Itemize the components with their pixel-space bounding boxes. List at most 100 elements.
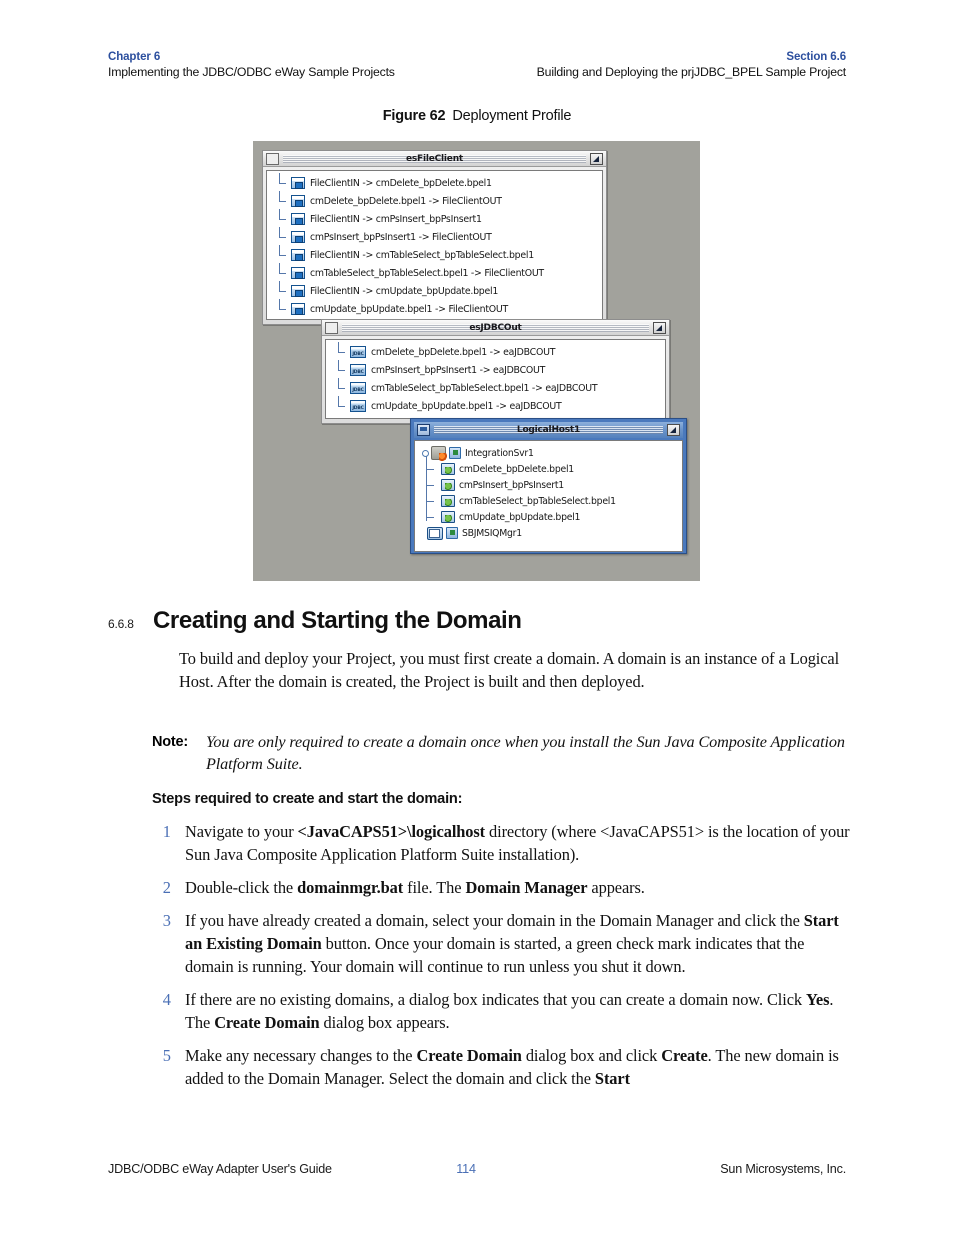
restore-down-icon[interactable] <box>590 152 603 165</box>
page-number: 114 <box>456 1162 476 1176</box>
connection-window-icon <box>291 195 305 207</box>
titlebar-rails <box>434 426 663 434</box>
jdbc-icon: JDBC <box>350 382 366 394</box>
tree-item-jms[interactable]: SBJMSIQMgr1 <box>427 525 682 541</box>
tree-elbow-icon <box>279 281 291 300</box>
tree-item-label: cmDelete_bpDelete.bpel1 <box>459 463 574 475</box>
tree-item[interactable]: JDBC cmUpdate_bpUpdate.bpel1 -> eaJDBCOUT <box>326 396 665 415</box>
tree-item-label: FileClientIN -> cmTableSelect_bpTableSel… <box>310 249 534 261</box>
connection-window-icon <box>291 231 305 243</box>
tree-item-label: IntegrationSvr1 <box>465 447 534 459</box>
tree-item[interactable]: FileClientIN -> cmDelete_bpDelete.bpel1 <box>267 173 602 192</box>
tree-item-label: cmUpdate_bpUpdate.bpel1 -> FileClientOUT <box>310 303 508 315</box>
list-item: 1 Navigate to your <JavaCAPS51>\logicalh… <box>152 820 852 866</box>
restore-down-icon[interactable] <box>653 321 666 334</box>
tree-item-label: SBJMSIQMgr1 <box>462 527 522 539</box>
running-head-right: Section 6.6 Building and Deploying the p… <box>536 50 847 80</box>
tree-item[interactable]: JDBC cmDelete_bpDelete.bpel1 -> eaJDBCOUT <box>326 342 665 361</box>
window-icon <box>325 321 338 334</box>
titlebar-rails <box>342 323 649 332</box>
restore-down-icon[interactable] <box>667 424 680 436</box>
tree-item-label: FileClientIN -> cmDelete_bpDelete.bpel1 <box>310 177 492 189</box>
figure-deployment-profile: esFileClient FileClientIN -> cmDelete_bp… <box>253 141 700 581</box>
steps-list: 1 Navigate to your <JavaCAPS51>\logicalh… <box>152 820 852 1100</box>
tree-esjdbcout: JDBC cmDelete_bpDelete.bpel1 -> eaJDBCOUT… <box>326 340 665 418</box>
tree-item-label: cmDelete_bpDelete.bpel1 -> eaJDBCOUT <box>371 346 556 358</box>
tree-elbow-icon <box>279 209 291 228</box>
connection-window-icon <box>291 213 305 225</box>
running-head-left: Chapter 6 Implementing the JDBC/ODBC eWa… <box>108 50 395 80</box>
tree-item-label: cmUpdate_bpUpdate.bpel1 -> eaJDBCOUT <box>371 400 562 412</box>
deploy-flag-icon <box>449 447 461 459</box>
titlebar-esjdbcout[interactable]: esJDBCOut <box>322 320 669 336</box>
tree-item[interactable]: JDBC cmPsInsert_bpPsInsert1 -> eaJDBCOUT <box>326 360 665 379</box>
tree-elbow-icon <box>279 263 291 282</box>
window-logicalhost1[interactable]: LogicalHost1 IntegrationSvr1 cmDelete_bp… <box>410 418 687 554</box>
tree-item-label: cmTableSelect_bpTableSelect.bpel1 <box>459 495 616 507</box>
tree-item[interactable]: FileClientIN -> cmTableSelect_bpTableSel… <box>267 245 602 264</box>
list-item: 3 If you have already created a domain, … <box>152 909 852 978</box>
step-text: Make any necessary changes to the Create… <box>185 1046 839 1088</box>
tree-item[interactable]: cmTableSelect_bpTableSelect.bpel1 <box>421 491 682 509</box>
list-item: 4 If there are no existing domains, a di… <box>152 988 852 1034</box>
section-number: 6.6.8 <box>108 617 134 631</box>
jms-queue-icon <box>427 526 443 540</box>
tree-item-label: cmPsInsert_bpPsInsert1 <box>459 479 564 491</box>
deployment-icon <box>441 479 455 491</box>
tree-item[interactable]: cmUpdate_bpUpdate.bpel1 <box>421 507 682 525</box>
jdbc-icon: JDBC <box>350 400 366 412</box>
tree-item-label: cmUpdate_bpUpdate.bpel1 <box>459 511 581 523</box>
tree-elbow-icon <box>338 396 350 415</box>
list-item: 2 Double-click the domainmgr.bat file. T… <box>152 876 852 899</box>
tree-elbow-icon <box>338 342 350 361</box>
tree-item[interactable]: cmTableSelect_bpTableSelect.bpel1 -> Fil… <box>267 263 602 282</box>
tree-item-label: FileClientIN -> cmPsInsert_bpPsInsert1 <box>310 213 482 225</box>
tree-item[interactable]: FileClientIN -> cmPsInsert_bpPsInsert1 <box>267 209 602 228</box>
figure-caption-text: Deployment Profile <box>452 108 572 124</box>
tree-item-label: cmPsInsert_bpPsInsert1 -> eaJDBCOUT <box>371 364 546 376</box>
window-esfileclient[interactable]: esFileClient FileClientIN -> cmDelete_bp… <box>262 150 607 325</box>
list-item: 5 Make any necessary changes to the Crea… <box>152 1044 852 1090</box>
step-number: 3 <box>162 911 171 930</box>
tree-item-label: cmDelete_bpDelete.bpel1 -> FileClientOUT <box>310 195 502 207</box>
window-body-esjdbcout: JDBC cmDelete_bpDelete.bpel1 -> eaJDBCOUT… <box>325 339 666 419</box>
chapter-subtitle: Implementing the JDBC/ODBC eWay Sample P… <box>108 65 395 79</box>
note-block: Note: You are only required to create a … <box>152 731 847 775</box>
tree-elbow-icon <box>421 491 441 509</box>
connection-window-icon <box>291 267 305 279</box>
deploy-flag-icon <box>446 527 458 539</box>
tree-item[interactable]: cmDelete_bpDelete.bpel1 <box>421 459 682 477</box>
jdbc-icon: JDBC <box>350 346 366 358</box>
titlebar-logicalhost1[interactable]: LogicalHost1 <box>414 422 683 438</box>
tree-item[interactable]: JDBC cmTableSelect_bpTableSelect.bpel1 ->… <box>326 378 665 397</box>
chapter-label: Chapter 6 <box>108 51 161 63</box>
tree-item[interactable]: cmUpdate_bpUpdate.bpel1 -> FileClientOUT <box>267 299 602 318</box>
connection-window-icon <box>291 303 305 315</box>
tree-item-label: cmTableSelect_bpTableSelect.bpel1 -> eaJ… <box>371 382 598 394</box>
integration-server-icon <box>431 446 448 461</box>
tree-logicalhost1: IntegrationSvr1 cmDelete_bpDelete.bpel1 … <box>415 441 682 541</box>
tree-item-root[interactable]: IntegrationSvr1 <box>421 445 682 461</box>
tree-elbow-icon <box>279 299 291 318</box>
tree-item-label: cmPsInsert_bpPsInsert1 -> FileClientOUT <box>310 231 492 243</box>
window-esjdbcout[interactable]: esJDBCOut JDBC cmDelete_bpDelete.bpel1 ->… <box>321 319 670 424</box>
computer-icon <box>417 424 430 436</box>
connection-window-icon <box>291 249 305 261</box>
window-body-logicalhost1: IntegrationSvr1 cmDelete_bpDelete.bpel1 … <box>414 440 683 552</box>
intro-paragraph: To build and deploy your Project, you mu… <box>179 649 840 691</box>
tree-esfileclient: FileClientIN -> cmDelete_bpDelete.bpel1 … <box>267 171 602 319</box>
figure-caption: Figure 62 Deployment Profile <box>0 108 954 124</box>
tree-elbow-icon <box>279 191 291 210</box>
section-subtitle: Building and Deploying the prjJDBC_BPEL … <box>536 65 847 79</box>
figure-caption-label: Figure 62 <box>382 108 446 124</box>
tree-elbow-icon <box>421 459 441 477</box>
deployment-icon <box>441 463 455 475</box>
tree-item[interactable]: cmPsInsert_bpPsInsert1 -> FileClientOUT <box>267 227 602 246</box>
window-body-esfileclient: FileClientIN -> cmDelete_bpDelete.bpel1 … <box>266 170 603 320</box>
step-number: 1 <box>162 822 171 841</box>
tree-item[interactable]: FileClientIN -> cmUpdate_bpUpdate.bpel1 <box>267 281 602 300</box>
titlebar-esfileclient[interactable]: esFileClient <box>263 151 606 167</box>
step-text: Double-click the domainmgr.bat file. The… <box>185 878 645 897</box>
tree-item[interactable]: cmPsInsert_bpPsInsert1 <box>421 475 682 493</box>
tree-item[interactable]: cmDelete_bpDelete.bpel1 -> FileClientOUT <box>267 191 602 210</box>
